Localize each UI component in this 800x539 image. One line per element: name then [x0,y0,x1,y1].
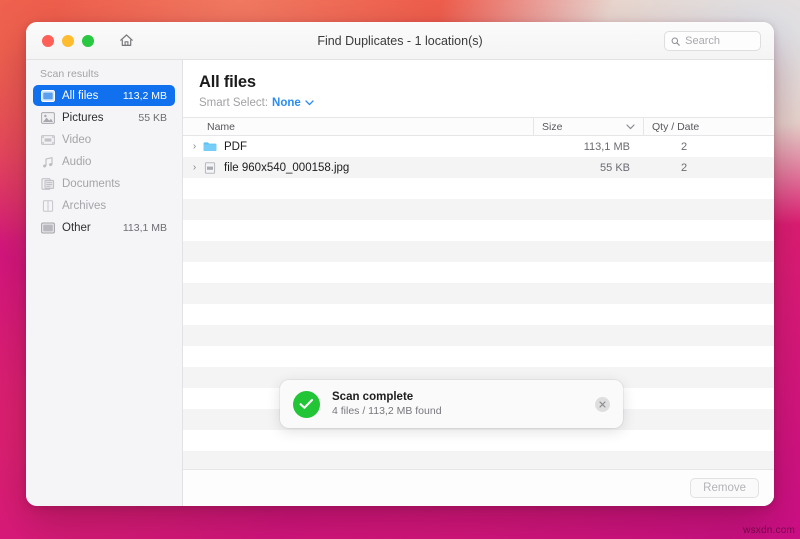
close-icon [599,400,606,408]
footer-bar: Remove [183,469,774,506]
scan-complete-toast: Scan complete 4 files / 113,2 MB found [280,380,623,428]
sidebar-label: Documents [62,177,121,190]
table-row[interactable]: › file 960x540_000158.jpg 55 KB 2 [183,157,774,178]
row-name-cell: › file 960x540_000158.jpg [183,162,533,174]
sidebar-item-other[interactable]: Other 113,1 MB [33,217,175,238]
window-titlebar: Find Duplicates - 1 location(s) [26,22,774,60]
empty-row [183,262,774,283]
toast-subtitle: 4 files / 113,2 MB found [332,405,442,417]
watermark: wsxdn.com [743,525,795,536]
toast-text-block: Scan complete 4 files / 113,2 MB found [332,391,595,417]
row-size-cell: 113,1 MB [583,140,630,153]
sidebar-label: Pictures [62,111,104,124]
search-field[interactable] [664,31,761,51]
folder-icon [202,141,218,152]
image-file-icon [202,161,218,174]
search-input[interactable] [685,35,754,47]
column-header-qty-date[interactable]: Qty / Date [643,118,774,135]
all-files-icon [40,89,55,103]
table-header-row: Name Size Qty / Date [183,117,774,136]
smart-select-row[interactable]: Smart Select: None [199,97,774,109]
sidebar-item-documents[interactable]: Documents [33,173,175,194]
sidebar-item-audio[interactable]: Audio [33,151,175,172]
sort-descending-icon [626,123,635,129]
row-name-cell: › PDF [183,141,533,153]
sidebar-item-archives[interactable]: Archives [33,195,175,216]
home-button[interactable] [115,30,137,52]
desktop-background: Find Duplicates - 1 location(s) Scan res… [0,0,800,539]
disclosure-triangle-icon[interactable]: › [187,162,202,173]
main-header: All files Smart Select: None [183,60,774,117]
sidebar-label: Video [62,133,92,146]
toast-title: Scan complete [332,391,414,403]
sidebar-item-pictures[interactable]: Pictures 55 KB [33,107,175,128]
sidebar-item-video[interactable]: Video [33,129,175,150]
row-qty-cell: 2 [680,140,688,153]
row-qty-cell: 2 [680,161,688,174]
page-title: All files [199,73,256,91]
chevron-down-icon[interactable] [305,100,314,106]
sidebar-size: 113,1 MB [122,221,167,234]
disclosure-triangle-icon[interactable]: › [187,141,202,152]
other-icon [40,221,55,235]
pictures-icon [40,111,55,125]
traffic-light-group [42,34,94,47]
sidebar: Scan results All files 113,2 MB Pictures… [26,60,183,506]
sidebar-label: Other [62,221,91,234]
empty-row [183,451,774,469]
audio-icon [40,155,55,169]
row-name-text: PDF [224,140,247,153]
empty-row [183,304,774,325]
sidebar-header: Scan results [40,68,99,80]
remove-button[interactable]: Remove [690,478,759,498]
empty-row [183,430,774,451]
search-icon [671,37,680,46]
smart-select-label: Smart Select: [199,97,269,109]
row-name-text: file 960x540_000158.jpg [224,161,350,174]
empty-row [183,178,774,199]
minimize-window-button[interactable] [62,34,74,47]
column-header-size[interactable]: Size [533,118,643,135]
column-header-size-label: Size [542,120,563,133]
sidebar-label: Audio [62,155,92,168]
archives-icon [40,199,55,213]
toast-close-button[interactable] [595,396,610,412]
empty-row [183,241,774,262]
empty-row [183,325,774,346]
window-body: Scan results All files 113,2 MB Pictures… [26,60,774,506]
empty-row [183,346,774,367]
smart-select-value[interactable]: None [272,97,301,109]
table-row[interactable]: › PDF 113,1 MB 2 [183,136,774,157]
column-header-name[interactable]: Name [183,118,533,135]
sidebar-item-all-files[interactable]: All files 113,2 MB [33,85,175,106]
app-window: Find Duplicates - 1 location(s) Scan res… [26,22,774,506]
empty-row [183,199,774,220]
sidebar-size: 113,2 MB [122,89,167,102]
documents-icon [40,177,55,191]
video-icon [40,133,55,147]
home-icon [119,34,133,46]
sidebar-size: 55 KB [138,111,167,124]
window-title: Find Duplicates - 1 location(s) [317,33,483,48]
empty-row [183,220,774,241]
success-badge [293,390,320,418]
sidebar-label: Archives [62,199,107,212]
maximize-window-button[interactable] [82,34,94,47]
close-window-button[interactable] [42,34,54,47]
checkmark-icon [299,398,314,409]
empty-row [183,283,774,304]
sidebar-label: All files [62,89,99,102]
row-size-cell: 55 KB [600,161,630,174]
main-panel: All files Smart Select: None Name Size Q… [183,60,774,506]
